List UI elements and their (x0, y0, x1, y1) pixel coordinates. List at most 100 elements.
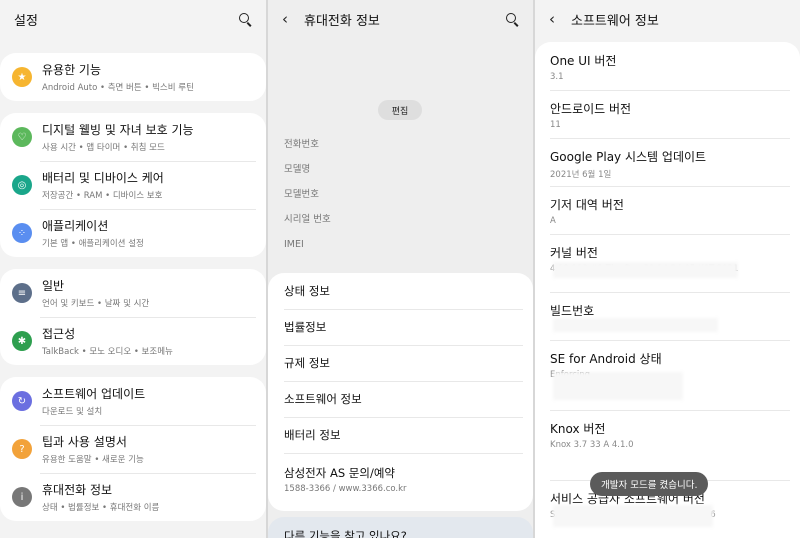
settings-item-label: 애플리케이션 (42, 219, 109, 233)
phone-info-topbar: ‹ 휴대전화 정보 (268, 0, 533, 38)
settings-item-label: 배터리 및 디바이스 케어 (42, 171, 164, 185)
phone-field-label: 전화번호 (284, 139, 319, 150)
software-info-item-label: 기저 대역 버전 (550, 198, 624, 212)
software-info-item-label: 빌드번호 (550, 304, 595, 318)
phone-info-item-sub: 1588-3366 / www.3366.co.kr (284, 483, 407, 494)
settings-panel: 설정 ★ 유용한 기능 Android Auto • 측면 버튼 • 빅스비 루틴 ♡… (0, 0, 266, 538)
star-icon: ★ (12, 67, 32, 87)
redaction-blur (553, 505, 713, 527)
back-icon[interactable]: ‹ (549, 10, 571, 28)
phone-info-item-label: 상태 정보 (284, 284, 330, 298)
phone-info-item[interactable]: 상태 정보 (268, 273, 533, 309)
settings-item[interactable]: ★ 유용한 기능 Android Auto • 측면 버튼 • 빅스비 루틴 (0, 53, 266, 101)
settings-item-label: 팁과 사용 설명서 (42, 435, 127, 449)
page-title: 설정 (14, 13, 38, 29)
software-info-topbar: ‹ 소프트웨어 정보 (535, 0, 800, 38)
phone-info-panel: ‹ 휴대전화 정보 편집 전화번호모델명모델번호시리얼 번호 IMEI 상태 정보… (268, 0, 533, 538)
phone-fields: 전화번호모델명모델번호시리얼 번호 IMEI (268, 132, 331, 257)
settings-item-sub: 언어 및 키보드 • 날짜 및 시간 (42, 299, 150, 309)
toast-message: 개발자 모드를 켰습니다. (590, 472, 709, 496)
settings-item[interactable]: ≡ 일반언어 및 키보드 • 날짜 및 시간 (0, 269, 266, 317)
phone-info-item[interactable]: 삼성전자 AS 문의/예약 1588-3366 / www.3366.co.kr (268, 453, 533, 505)
software-info-item[interactable]: 안드로이드 버전 11 (535, 90, 800, 138)
settings-item-sub: 저장공간 • RAM • 디바이스 보호 (42, 191, 163, 201)
phone-info-item-label: 소프트웨어 정보 (284, 392, 362, 406)
software-info-item-label: One UI 버전 (550, 54, 617, 68)
apps-icon: ⁘ (12, 223, 32, 243)
software-update-icon: ↻ (12, 391, 32, 411)
software-info-item-label: 안드로이드 버전 (550, 102, 632, 116)
settings-item-sub: 상태 • 법률정보 • 휴대전화 이름 (42, 503, 160, 513)
phone-info-menu: 상태 정보법률정보규제 정보소프트웨어 정보배터리 정보삼성전자 AS 문의/예… (268, 273, 533, 511)
software-info-item-value: 2021년 6월 1일 (550, 170, 612, 180)
phone-info-item[interactable]: 규제 정보 (268, 345, 533, 381)
general-icon: ≡ (12, 283, 32, 303)
settings-item-label: 휴대전화 정보 (42, 483, 113, 497)
phone-info-item-label: 법률정보 (284, 320, 327, 334)
phone-field-label: IMEI (284, 239, 304, 250)
software-info-item[interactable]: Knox 버전 Knox 3.7 33 A 4.1.0 (535, 410, 800, 480)
settings-topbar: 설정 (0, 0, 266, 38)
phone-info-item[interactable]: 배터리 정보 (268, 417, 533, 453)
phone-field-label: 시리얼 번호 (284, 214, 331, 225)
settings-item-sub: Android Auto • 측면 버튼 • 빅스비 루틴 (42, 83, 194, 93)
software-info-list: One UI 버전 3.1 안드로이드 버전 11 Google Play 시스템 업데… (535, 42, 800, 538)
phone-field-label: 모델번호 (284, 189, 319, 200)
settings-item[interactable]: ✱ 접근성 TalkBack • 모노 오디오 • 보조메뉴 (0, 317, 266, 365)
software-info-item-label: Knox 버전 (550, 422, 606, 436)
settings-item-sub: 유용한 도움말 • 새로운 기능 (42, 455, 144, 465)
software-info-item[interactable]: 빌드번호 (535, 292, 800, 340)
settings-item-sub: 기본 앱 • 애플리케이션 설정 (42, 239, 144, 249)
settings-item-label: 유용한 기능 (42, 63, 102, 77)
settings-group-card: ♡ 디지털 웰빙 및 자녀 보호 기능사용 시간 • 앱 타이머 • 취침 모드 ◎… (0, 113, 266, 257)
settings-group-card: ↻ 소프트웨어 업데이트 다운로드 및 설치? 팁과 사용 설명서 유용한 도움말 • … (0, 377, 266, 521)
settings-item[interactable]: ◎ 배터리 및 디바이스 케어저장공간 • RAM • 디바이스 보호 (0, 161, 266, 209)
tips-icon: ? (12, 439, 32, 459)
software-info-item-value: Knox 3.7 33 A 4.1.0 (550, 440, 634, 450)
settings-item-label: 접근성 (42, 327, 76, 341)
search-icon[interactable] (238, 12, 252, 26)
search-icon[interactable] (505, 12, 519, 26)
settings-item-sub: 다운로드 및 설치 (42, 407, 103, 417)
phone-info-icon: i (12, 487, 32, 507)
phone-info-item-label: 배터리 정보 (284, 428, 341, 442)
device-care-icon: ◎ (12, 175, 32, 195)
software-info-item-label: 커널 버전 (550, 246, 598, 260)
page-title: 소프트웨어 정보 (571, 13, 659, 29)
software-info-item-value: 3.1 (550, 72, 564, 82)
edit-button[interactable]: 편집 (378, 100, 422, 120)
phone-info-item-label: 삼성전자 AS 문의/예약 (284, 465, 395, 480)
settings-item[interactable]: ♡ 디지털 웰빙 및 자녀 보호 기능사용 시간 • 앱 타이머 • 취침 모드 (0, 113, 266, 161)
software-info-panel: ‹ 소프트웨어 정보 One UI 버전 3.1 안드로이드 버전 11 Google … (535, 0, 800, 538)
software-info-item-label: Google Play 시스템 업데이트 (550, 150, 707, 164)
settings-item-sub: 사용 시간 • 앱 타이머 • 취침 모드 (42, 143, 165, 153)
phone-info-item[interactable]: 소프트웨어 정보 (268, 381, 533, 417)
settings-groups: ★ 유용한 기능 Android Auto • 측면 버튼 • 빅스비 루틴 ♡ 디지털… (0, 38, 266, 521)
settings-item[interactable]: i 휴대전화 정보상태 • 법률정보 • 휴대전화 이름 (0, 473, 266, 521)
redaction-blur (553, 318, 718, 332)
phone-field-label: 모델명 (284, 164, 311, 175)
settings-item[interactable]: ? 팁과 사용 설명서유용한 도움말 • 새로운 기능 (0, 425, 266, 473)
looking-for-more-card[interactable]: 다른 기능을 찾고 있나요? (268, 517, 533, 538)
accessibility-icon: ✱ (12, 331, 32, 351)
settings-group-card: ★ 유용한 기능 Android Auto • 측면 버튼 • 빅스비 루틴 (0, 53, 266, 101)
settings-group-card: ≡ 일반언어 및 키보드 • 날짜 및 시간 ✱ 접근성 TalkBack • 모노 오… (0, 269, 266, 365)
wellbeing-icon: ♡ (12, 127, 32, 147)
settings-item-label: 일반 (42, 279, 65, 293)
phone-info-item[interactable]: 법률정보 (268, 309, 533, 345)
software-info-item[interactable]: Google Play 시스템 업데이트 2021년 6월 1일 (535, 138, 800, 186)
settings-item[interactable]: ⁘ 애플리케이션기본 앱 • 애플리케이션 설정 (0, 209, 266, 257)
settings-item[interactable]: ↻ 소프트웨어 업데이트다운로드 및 설치 (0, 377, 266, 425)
redaction-blur (553, 372, 683, 400)
software-info-item-value: A (550, 216, 556, 226)
redaction-blur (553, 262, 738, 278)
settings-item-label: 디지털 웰빙 및 자녀 보호 기능 (42, 123, 194, 137)
software-info-item[interactable]: One UI 버전 3.1 (535, 42, 800, 90)
back-icon[interactable]: ‹ (282, 10, 304, 28)
page-title: 휴대전화 정보 (304, 13, 380, 29)
software-info-item[interactable]: 기저 대역 버전 A (535, 186, 800, 234)
settings-item-sub: TalkBack • 모노 오디오 • 보조메뉴 (42, 347, 173, 357)
software-info-item-value: 11 (550, 120, 561, 130)
settings-item-label: 소프트웨어 업데이트 (42, 387, 146, 401)
software-info-item-label: SE for Android 상태 (550, 352, 662, 366)
